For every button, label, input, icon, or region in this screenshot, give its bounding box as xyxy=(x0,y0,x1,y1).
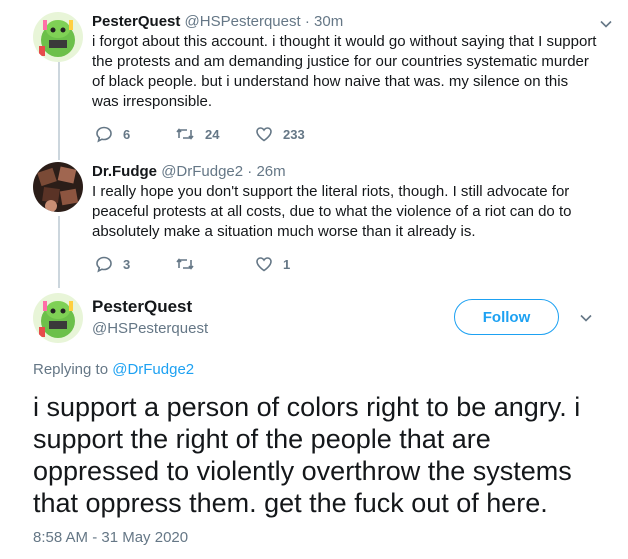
tweet-header: PesterQuest @HSPesterquest · 30m xyxy=(92,12,614,31)
reply-count: 3 xyxy=(123,256,131,272)
retweet-count: 24 xyxy=(205,126,220,142)
retweet-icon xyxy=(176,128,194,140)
handle[interactable]: @HSPesterquest xyxy=(185,13,301,30)
like-button[interactable]: 233 xyxy=(255,125,335,143)
tweet-timestamp[interactable]: 8:58 AM - 31 May 2020 xyxy=(33,528,188,547)
tweet[interactable]: PesterQuest @HSPesterquest · 30m i forgo… xyxy=(92,12,614,112)
tweet-header: Dr.Fudge @DrFudge2 · 26m xyxy=(92,162,614,181)
timestamp[interactable]: · 30m xyxy=(305,13,343,30)
replying-prefix: Replying to xyxy=(33,361,109,378)
replying-to: Replying to @DrFudge2 xyxy=(33,360,194,379)
avatar[interactable] xyxy=(33,12,83,62)
avatar[interactable] xyxy=(33,162,83,212)
tweet-actions: 3 1 xyxy=(95,254,335,274)
reply-icon xyxy=(96,126,112,143)
tweet[interactable]: Dr.Fudge @DrFudge2 · 26m I really hope y… xyxy=(92,162,614,242)
main-tweet-text: i support a person of colors right to be… xyxy=(33,392,581,518)
like-icon xyxy=(256,257,272,272)
timestamp[interactable]: · 26m xyxy=(247,163,285,180)
tweet-text: I really hope you don't support the lite… xyxy=(92,183,572,240)
like-count: 1 xyxy=(283,256,291,272)
tweet-text: i forgot about this account. i thought i… xyxy=(92,33,597,110)
like-count: 233 xyxy=(283,126,305,142)
reply-icon xyxy=(96,256,112,273)
thread-line xyxy=(58,216,60,288)
like-icon xyxy=(256,127,272,142)
handle[interactable]: @HSPesterquest xyxy=(92,319,208,338)
tweet-actions: 6 24 233 xyxy=(95,124,335,144)
reply-button[interactable]: 6 xyxy=(95,125,175,143)
chevron-down-icon[interactable] xyxy=(598,16,614,32)
retweet-button[interactable]: 24 xyxy=(175,125,255,143)
avatar[interactable] xyxy=(33,293,83,343)
display-name[interactable]: PesterQuest xyxy=(92,296,192,318)
reply-button[interactable]: 3 xyxy=(95,255,175,273)
replying-to-link[interactable]: @DrFudge2 xyxy=(112,361,194,378)
chevron-down-icon[interactable] xyxy=(578,310,594,326)
retweet-button[interactable] xyxy=(175,255,255,273)
handle[interactable]: @DrFudge2 xyxy=(161,163,243,180)
display-name[interactable]: Dr.Fudge xyxy=(92,163,157,180)
display-name[interactable]: PesterQuest xyxy=(92,13,180,30)
reply-count: 6 xyxy=(123,126,131,142)
like-button[interactable]: 1 xyxy=(255,255,335,273)
retweet-icon xyxy=(176,258,194,270)
follow-button[interactable]: Follow xyxy=(454,299,559,335)
thread-line xyxy=(58,62,60,160)
